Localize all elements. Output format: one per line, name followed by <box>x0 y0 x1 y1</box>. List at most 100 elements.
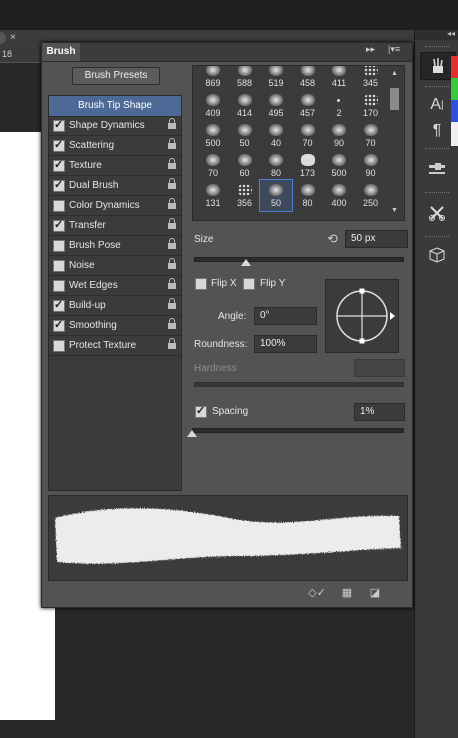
shape-dynamics-checkbox[interactable] <box>53 118 65 132</box>
brush-tip-cell[interactable]: 2 <box>323 90 355 121</box>
tool-presets-icon[interactable] <box>420 156 454 182</box>
panel-header[interactable]: Brush ▸▸ |▾≡ <box>42 43 412 62</box>
wet-edges-checkbox[interactable] <box>53 280 65 292</box>
dual-brush-checkbox[interactable] <box>53 178 65 192</box>
brush-tip-cell[interactable]: 400 <box>323 180 355 211</box>
protect-texture-checkbox[interactable] <box>53 340 65 352</box>
option-noise[interactable]: Noise <box>49 256 181 276</box>
scattering-checkbox[interactable] <box>53 138 65 152</box>
scroll-up-icon[interactable]: ▲ <box>389 70 400 79</box>
lock-icon[interactable] <box>167 218 177 230</box>
brush-tip-cell[interactable]: 90 <box>355 150 387 181</box>
character-panel-icon[interactable]: A | <box>420 92 454 118</box>
brush-tip-cell[interactable]: 409 <box>197 90 229 121</box>
brush-tip-cell[interactable]: 414 <box>229 90 261 121</box>
scroll-thumb[interactable] <box>390 88 399 110</box>
smoothing-checkbox[interactable] <box>53 318 65 332</box>
reset-size-icon[interactable]: ⟲ <box>327 231 338 247</box>
brush-tip-cell[interactable]: 70 <box>197 150 229 181</box>
texture-checkbox[interactable] <box>53 158 65 172</box>
option-protect-texture[interactable]: Protect Texture <box>49 336 181 356</box>
lock-icon[interactable] <box>167 298 177 310</box>
size-slider[interactable] <box>194 257 404 262</box>
brush-tip-cell[interactable]: 458 <box>292 66 324 91</box>
green-swatch[interactable] <box>451 78 458 100</box>
brush-tip-cell[interactable]: 250 <box>355 180 387 211</box>
option-dual-brush[interactable]: Dual Brush <box>49 176 181 196</box>
lock-icon[interactable] <box>167 178 177 190</box>
brush-tip-cell[interactable]: 80 <box>260 150 292 181</box>
brush-tip-cell[interactable]: 588 <box>229 66 261 91</box>
option-color-dynamics[interactable]: Color Dynamics <box>49 196 181 216</box>
spacing-field[interactable]: 1% <box>354 403 405 421</box>
brush-grid-icon[interactable]: ▦ <box>340 587 354 599</box>
white-swatch[interactable] <box>451 122 458 146</box>
brush-presets-button[interactable]: Brush Presets <box>72 67 160 85</box>
clone-source-icon[interactable] <box>420 200 454 226</box>
option-texture[interactable]: Texture <box>49 156 181 176</box>
option-shape-dynamics[interactable]: Shape Dynamics <box>49 116 181 136</box>
brush-tip-cell[interactable]: 80 <box>292 180 324 211</box>
collapse-icon[interactable]: ▸▸ <box>366 44 375 55</box>
size-slider-knob[interactable] <box>241 259 251 266</box>
red-swatch[interactable] <box>451 56 458 78</box>
spacing-slider-knob[interactable] <box>187 430 197 437</box>
transfer-checkbox[interactable] <box>53 218 65 232</box>
dock-collapse-icon[interactable]: ◂◂ <box>447 29 455 38</box>
brush-tip-cell[interactable]: 457 <box>292 90 324 121</box>
brush-tip-cell[interactable]: 869 <box>197 66 229 91</box>
blue-swatch[interactable] <box>451 100 458 122</box>
panel-menu-icon[interactable]: |▾≡ <box>388 44 400 55</box>
document-tab-close-icon[interactable]: × <box>10 32 16 43</box>
toggle-live-tip-icon[interactable]: ◇✓ <box>308 587 326 599</box>
lock-icon[interactable] <box>167 258 177 270</box>
option-brush-pose[interactable]: Brush Pose <box>49 236 181 256</box>
option-transfer[interactable]: Transfer <box>49 216 181 236</box>
brush-tip-cell[interactable]: 500 <box>323 150 355 181</box>
brush-tip-cell[interactable]: 345 <box>355 66 387 91</box>
lock-icon[interactable] <box>167 238 177 250</box>
brush-tip-cell[interactable]: 356 <box>229 180 261 211</box>
brush-tip-shape-item[interactable]: Brush Tip Shape <box>49 96 181 117</box>
lock-icon[interactable] <box>167 158 177 170</box>
brush-tip-cell[interactable]: 500 <box>197 120 229 151</box>
option-build-up[interactable]: Build-up <box>49 296 181 316</box>
brush-tip-cell[interactable]: 70 <box>292 120 324 151</box>
build-up-checkbox[interactable] <box>53 298 65 312</box>
brush-tip-cell[interactable]: 519 <box>260 66 292 91</box>
option-wet-edges[interactable]: Wet Edges <box>49 276 181 296</box>
flip-y-checkbox[interactable] <box>243 278 255 290</box>
brush-tip-cell[interactable]: 495 <box>260 90 292 121</box>
brush-tip-cell[interactable]: 173 <box>292 150 324 181</box>
brush-tip-cell[interactable]: 50 <box>259 179 293 212</box>
brush-tip-cell[interactable]: 50 <box>229 120 261 151</box>
create-new-brush-icon[interactable]: ◪ <box>368 587 382 599</box>
scroll-down-icon[interactable]: ▼ <box>389 207 400 216</box>
angle-roundness-widget[interactable] <box>325 279 399 353</box>
lock-icon[interactable] <box>167 118 177 130</box>
roundness-field[interactable]: 100% <box>254 335 317 353</box>
3d-panel-icon[interactable] <box>420 242 454 268</box>
flip-x-checkbox[interactable] <box>195 278 207 290</box>
brush-pose-checkbox[interactable] <box>53 240 65 252</box>
brush-tip-cell[interactable]: 90 <box>323 120 355 151</box>
brush-tip-cell[interactable]: 70 <box>355 120 387 151</box>
color-dynamics-checkbox[interactable] <box>53 200 65 212</box>
grid-scrollbar[interactable]: ▲ ▼ <box>389 70 400 216</box>
lock-icon[interactable] <box>167 338 177 350</box>
lock-icon[interactable] <box>167 138 177 150</box>
option-scattering[interactable]: Scattering <box>49 136 181 156</box>
option-smoothing[interactable]: Smoothing <box>49 316 181 336</box>
spacing-checkbox[interactable] <box>195 404 207 418</box>
color-swatch-strip[interactable] <box>451 56 458 146</box>
angle-field[interactable]: 0° <box>254 307 317 325</box>
brush-tip-cell[interactable]: 40 <box>260 120 292 151</box>
lock-icon[interactable] <box>167 198 177 210</box>
brush-tip-cell[interactable]: 131 <box>197 180 229 211</box>
lock-icon[interactable] <box>167 278 177 290</box>
noise-checkbox[interactable] <box>53 260 65 272</box>
angle-circle-icon[interactable] <box>326 280 398 352</box>
brush-tip-cell[interactable]: 411 <box>323 66 355 91</box>
paragraph-panel-icon[interactable]: ¶ <box>420 118 454 144</box>
size-field[interactable]: 50 px <box>345 230 408 248</box>
